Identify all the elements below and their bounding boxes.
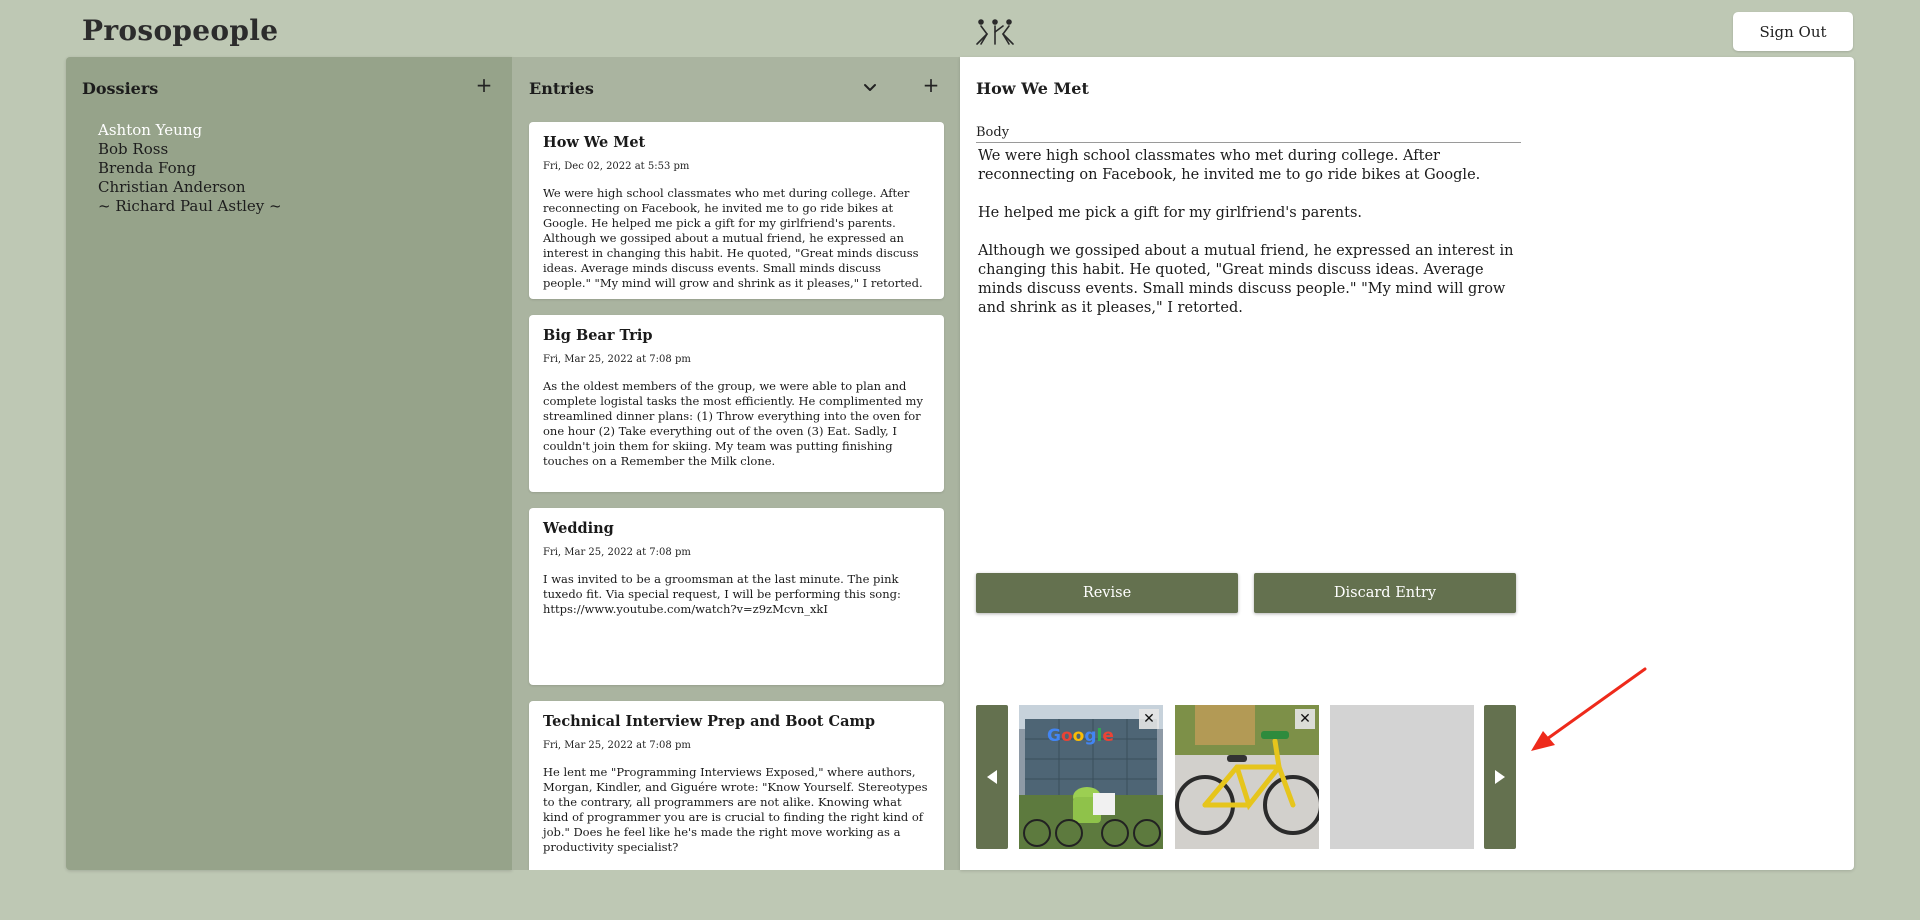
detail-title: How We Met — [976, 79, 1089, 98]
sign-out-button[interactable]: Sign Out — [1733, 12, 1853, 51]
annotation-arrow-icon — [1531, 667, 1647, 751]
entries-heading: Entries — [529, 79, 594, 98]
entry-date: Fri, Dec 02, 2022 at 5:53 pm — [543, 161, 690, 172]
body-paragraph: Although we gossiped about a mutual frie… — [978, 243, 1514, 316]
dossier-list: Ashton Yeung Bob Ross Brenda Fong Christ… — [98, 121, 282, 216]
entry-date: Fri, Mar 25, 2022 at 7:08 pm — [543, 354, 691, 365]
entry-card[interactable]: Wedding Fri, Mar 25, 2022 at 7:08 pm I w… — [529, 508, 944, 685]
chevron-down-icon[interactable] — [858, 75, 882, 99]
dossier-item[interactable]: ~ Richard Paul Astley ~ — [98, 197, 282, 216]
remove-photo-button[interactable]: ✕ — [1295, 709, 1315, 729]
carousel-prev-button[interactable] — [976, 705, 1008, 849]
dossier-item[interactable]: Bob Ross — [98, 140, 282, 159]
logo-icon — [976, 19, 1014, 45]
photo-thumbnail[interactable]: ✕ — [1175, 705, 1319, 849]
dossier-item[interactable]: Ashton Yeung — [98, 121, 282, 140]
body-text[interactable]: We were high school classmates who met d… — [978, 147, 1523, 337]
entry-body: We were high school classmates who met d… — [543, 186, 923, 290]
entry-card[interactable]: Big Bear Trip Fri, Mar 25, 2022 at 7:08 … — [529, 315, 944, 492]
svg-text:Google: Google — [1047, 726, 1114, 746]
entry-body: I was invited to be a groomsman at the l… — [543, 572, 901, 616]
entry-card[interactable]: Technical Interview Prep and Boot Camp F… — [529, 701, 944, 870]
arrow-right-icon — [1495, 770, 1505, 784]
body-paragraph: We were high school classmates who met d… — [978, 148, 1481, 183]
entry-date: Fri, Mar 25, 2022 at 7:08 pm — [543, 740, 691, 751]
discard-entry-button[interactable]: Discard Entry — [1254, 573, 1516, 613]
entry-detail-panel: How We Met Body We were high school clas… — [960, 57, 1854, 870]
dossier-item[interactable]: Christian Anderson — [98, 178, 282, 197]
arrow-left-icon — [987, 770, 997, 784]
add-dossier-button[interactable]: + — [472, 73, 496, 97]
body-paragraph: He helped me pick a gift for my girlfrie… — [978, 205, 1363, 221]
body-label: Body — [976, 125, 1521, 143]
entry-body: As the oldest members of the group, we w… — [543, 379, 923, 468]
entry-title: Wedding — [543, 520, 614, 537]
carousel-next-button[interactable] — [1484, 705, 1516, 849]
add-entry-button[interactable]: + — [919, 73, 943, 97]
empty-photo-slot — [1330, 705, 1474, 849]
entry-card[interactable]: How We Met Fri, Dec 02, 2022 at 5:53 pm … — [529, 122, 944, 299]
entries-panel: Entries + How We Met Fri, Dec 02, 2022 a… — [512, 57, 960, 870]
remove-photo-button[interactable]: ✕ — [1139, 709, 1159, 729]
entry-title: How We Met — [543, 134, 646, 151]
dossier-item[interactable]: Brenda Fong — [98, 159, 282, 178]
dossiers-heading: Dossiers — [82, 79, 159, 98]
revise-button[interactable]: Revise — [976, 573, 1238, 613]
entry-title: Technical Interview Prep and Boot Camp — [543, 713, 875, 730]
dossiers-panel: Dossiers + Ashton Yeung Bob Ross Brenda … — [66, 57, 512, 870]
entry-body: He lent me "Programming Interviews Expos… — [543, 765, 928, 854]
entry-title: Big Bear Trip — [543, 327, 653, 344]
photo-thumbnail[interactable]: Google ✕ — [1019, 705, 1163, 849]
entry-date: Fri, Mar 25, 2022 at 7:08 pm — [543, 547, 691, 558]
app-brand: Prosopeople — [82, 14, 279, 47]
